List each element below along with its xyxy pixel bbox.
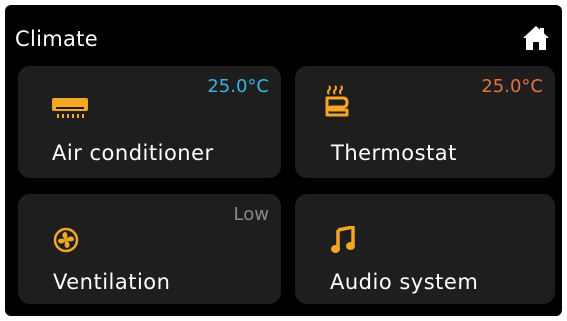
thermostat-temperature: 25.0°C	[481, 76, 543, 97]
audio-system-label: Audio system	[330, 270, 479, 294]
air-conditioner-icon	[50, 96, 90, 120]
page-title: Climate	[15, 27, 98, 51]
fan-icon	[53, 227, 79, 253]
tile-air-conditioner[interactable]: 25.0°C Air conditioner	[18, 66, 281, 178]
air-conditioner-label: Air conditioner	[52, 141, 214, 165]
heater-icon	[323, 84, 349, 118]
ventilation-label: Ventilation	[53, 270, 171, 294]
tile-audio-system[interactable]: Audio system	[295, 194, 555, 304]
tile-thermostat[interactable]: 25.0°C Thermostat	[295, 66, 555, 178]
ventilation-level: Low	[233, 204, 269, 225]
thermostat-label: Thermostat	[331, 141, 457, 165]
climate-screen: Climate 25.0°C Air conditioner 25.0°C Th…	[5, 5, 562, 316]
air-conditioner-temperature: 25.0°C	[207, 76, 269, 97]
tile-ventilation[interactable]: Low Ventilation	[18, 194, 281, 304]
music-note-icon	[331, 226, 355, 254]
home-button[interactable]	[521, 23, 551, 53]
home-icon	[521, 26, 551, 57]
